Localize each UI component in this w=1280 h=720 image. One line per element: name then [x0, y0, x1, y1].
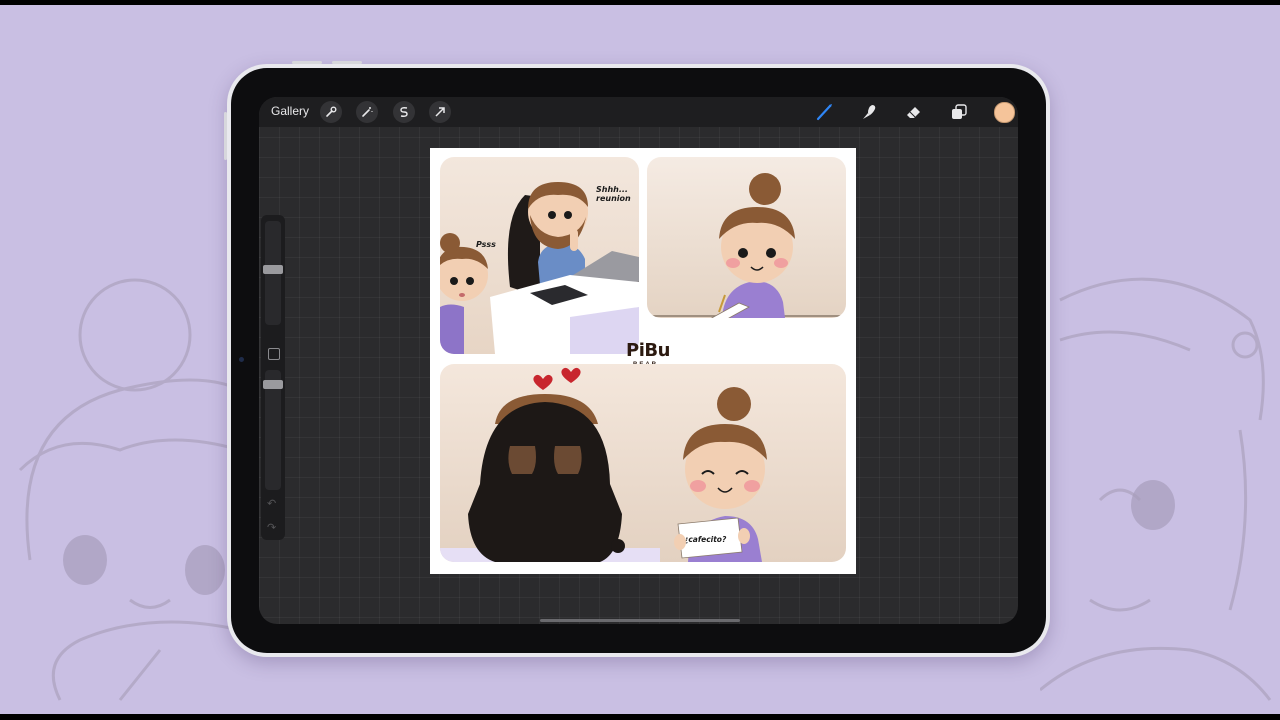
- heart-icon-2: [561, 367, 581, 383]
- heart-icon: [533, 374, 553, 390]
- panel-3-illustration: ¿cafecito?: [440, 367, 767, 562]
- eraser-button[interactable]: [902, 100, 926, 124]
- speech-psss: Psss: [476, 240, 496, 249]
- layers-icon: [952, 104, 967, 119]
- letterbox-bottom: [0, 714, 1280, 720]
- gallery-button[interactable]: Gallery: [271, 104, 309, 118]
- wrench-icon: [326, 106, 337, 117]
- ipad-side-button: [224, 112, 227, 160]
- redo-icon[interactable]: ↷: [267, 521, 276, 534]
- background-sketch-left: [18, 278, 240, 701]
- layers-button[interactable]: [947, 100, 971, 124]
- speech-shhh: Shhh... reunion: [596, 185, 631, 203]
- front-camera: [239, 357, 244, 362]
- ipad-top-button: [292, 61, 322, 64]
- opacity-thumb[interactable]: [263, 380, 283, 389]
- modify-button[interactable]: [268, 348, 280, 360]
- transform-icon: [435, 107, 445, 117]
- comic-panel-1: Psss Shhh... reunion: [440, 157, 639, 354]
- panel-2-illustration: [647, 173, 846, 318]
- color-picker-button[interactable]: [994, 102, 1015, 123]
- procreate-screen: Gallery ↶ ↷ Psss Shhh... reunion PiBu ¿c…: [259, 97, 1018, 624]
- adjustments-button[interactable]: [356, 101, 378, 123]
- selection-icon: [400, 107, 408, 117]
- brush-size-thumb[interactable]: [263, 265, 283, 274]
- eraser-icon: [907, 107, 920, 118]
- magic-wand-icon: [362, 107, 373, 117]
- sign-text: ¿cafecito?: [684, 535, 727, 544]
- left-sidebar: ↶ ↷: [261, 215, 285, 540]
- pibu-logo: PiBu: [626, 340, 670, 361]
- ipad-top-button-2: [332, 61, 362, 64]
- top-toolbar: Gallery: [259, 97, 1018, 127]
- comic-panel-2: [647, 157, 846, 318]
- undo-icon[interactable]: ↶: [267, 497, 276, 510]
- smudge-button[interactable]: [857, 100, 881, 124]
- transform-button[interactable]: [429, 101, 451, 123]
- comic-panel-3: ¿cafecito?: [440, 364, 846, 562]
- brush-button[interactable]: [813, 100, 837, 124]
- smudge-icon: [863, 105, 876, 119]
- background-sketch-right: [1040, 277, 1272, 701]
- selection-button[interactable]: [393, 101, 415, 123]
- drawing-canvas[interactable]: Psss Shhh... reunion PiBu BEAR: [430, 148, 856, 574]
- actions-button[interactable]: [320, 101, 342, 123]
- home-indicator[interactable]: [540, 619, 740, 622]
- brush-icon: [816, 104, 832, 121]
